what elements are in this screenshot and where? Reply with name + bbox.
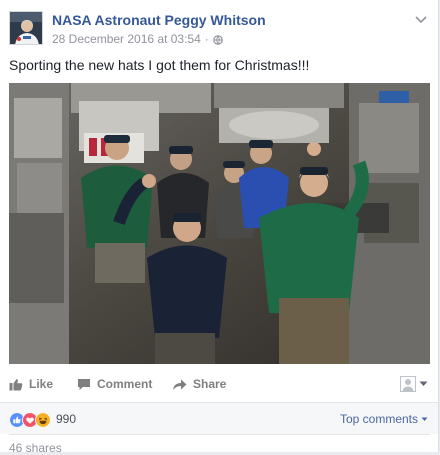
author-avatar[interactable]	[9, 11, 43, 45]
post-meta: 28 December 2016 at 03:54 ·	[52, 32, 223, 46]
share-label: Share	[193, 377, 227, 391]
profile-silhouette-icon	[400, 376, 416, 392]
like-label: Like	[29, 377, 54, 391]
post-timestamp[interactable]: 28 December 2016 at 03:54	[52, 32, 201, 46]
comment-icon	[78, 378, 90, 390]
caret-down-icon	[419, 381, 428, 386]
comment-label: Comment	[97, 377, 153, 391]
post-options-chevron-icon[interactable]	[414, 12, 428, 24]
share-arrow-icon	[173, 379, 187, 390]
shares-count-link[interactable]: 46 shares	[9, 441, 62, 455]
reaction-icons[interactable]	[9, 412, 51, 428]
divider	[9, 434, 430, 435]
haha-reaction-icon	[35, 412, 51, 428]
top-comments-label: Top comments	[339, 412, 418, 426]
like-button[interactable]: Like	[9, 377, 53, 391]
post-text: Sporting the new hats I got them for Chr…	[9, 57, 310, 73]
comment-button[interactable]: Comment	[77, 377, 152, 391]
globe-icon[interactable]	[212, 34, 223, 45]
share-button[interactable]: Share	[172, 377, 226, 391]
post-action-bar: Like Comment Share	[9, 374, 430, 400]
reactions-summary: 990 Top comments	[0, 403, 438, 434]
post-as-selector[interactable]	[400, 376, 428, 392]
facebook-post: NASA Astronaut Peggy Whitson 28 December…	[0, 0, 439, 455]
meta-separator: ·	[204, 32, 209, 46]
astronaut-avatar-image	[10, 12, 42, 44]
thumbs-up-icon	[9, 378, 23, 390]
author-name-link[interactable]: NASA Astronaut Peggy Whitson	[52, 12, 266, 28]
caret-down-icon	[421, 417, 428, 421]
post-photo[interactable]	[9, 83, 430, 364]
top-comments-dropdown[interactable]: Top comments	[340, 412, 428, 426]
reaction-count[interactable]: 990	[56, 412, 76, 426]
astronauts-photo-illustration	[9, 83, 430, 364]
